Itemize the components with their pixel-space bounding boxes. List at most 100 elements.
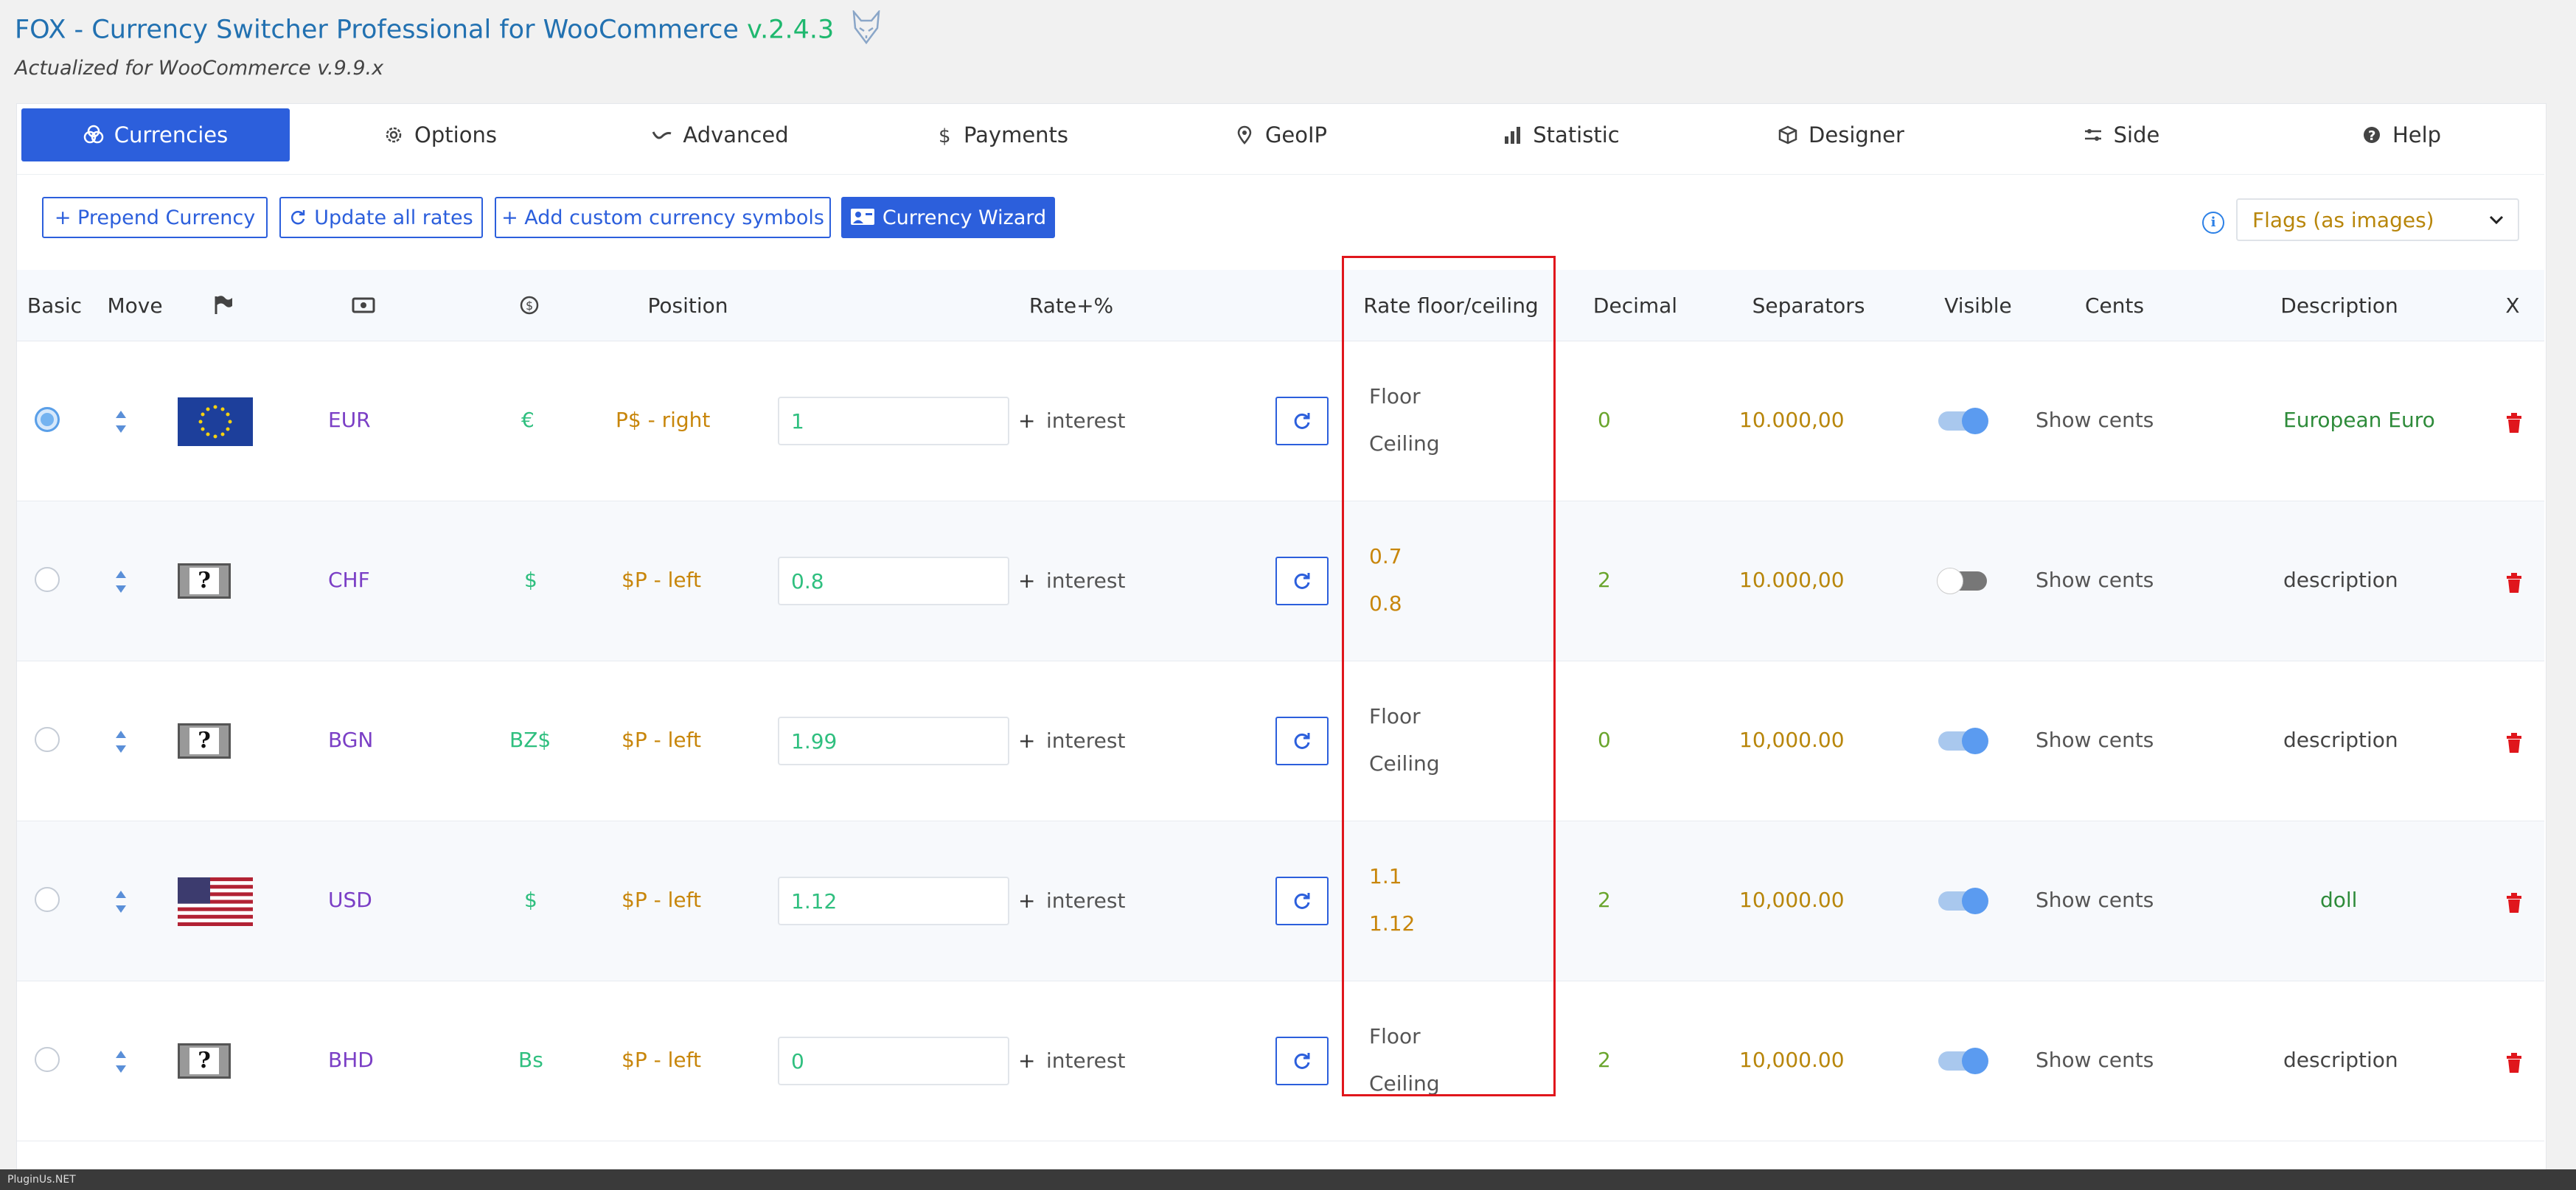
basic-radio[interactable] xyxy=(35,727,60,752)
currency-symbol[interactable]: Bs xyxy=(518,1048,543,1072)
tab-side[interactable]: Side xyxy=(1981,108,2261,161)
move-handle-icon[interactable] xyxy=(114,569,128,594)
move-handle-icon[interactable] xyxy=(114,889,128,914)
tab-geoip[interactable]: GeoIP xyxy=(1141,108,1421,161)
refresh-rate-button[interactable] xyxy=(1275,397,1329,445)
info-icon[interactable]: i xyxy=(2202,212,2224,234)
show-cents[interactable]: Show cents xyxy=(2036,728,2154,752)
currency-symbol[interactable]: $ xyxy=(524,888,537,912)
visible-toggle[interactable] xyxy=(1938,728,1988,754)
currency-symbol[interactable]: BZ$ xyxy=(509,728,551,752)
tab-help[interactable]: ? Help xyxy=(2261,108,2541,161)
show-cents[interactable]: Show cents xyxy=(2036,1048,2154,1072)
separators-value[interactable]: 10,000.00 xyxy=(1739,1048,1845,1072)
separators-value[interactable]: 10.000,00 xyxy=(1739,568,1845,592)
decimal-value[interactable]: 0 xyxy=(1598,408,1611,432)
rate-floor[interactable]: Floor xyxy=(1369,704,1421,728)
rate-input[interactable]: 0 xyxy=(778,1037,1009,1085)
update-all-rates-button[interactable]: Update all rates xyxy=(279,197,483,238)
tab-options[interactable]: Options xyxy=(300,108,580,161)
interest-field[interactable]: interest xyxy=(1046,568,1125,593)
description-value[interactable]: description xyxy=(2283,728,2398,752)
rate-ceiling[interactable]: Ceiling xyxy=(1369,431,1440,456)
rate-floor[interactable]: Floor xyxy=(1369,1024,1421,1048)
rate-floor[interactable]: 0.7 xyxy=(1369,544,1402,568)
tab-label: Advanced xyxy=(683,122,789,147)
description-value[interactable]: description xyxy=(2283,568,2398,592)
basic-radio[interactable] xyxy=(35,887,60,912)
rate-input[interactable]: 0.8 xyxy=(778,557,1009,605)
description-value[interactable]: description xyxy=(2283,1048,2398,1072)
interest-field[interactable]: interest xyxy=(1046,408,1125,433)
refresh-rate-button[interactable] xyxy=(1275,877,1329,925)
description-value[interactable]: European Euro xyxy=(2283,408,2435,432)
currency-symbol[interactable]: $ xyxy=(524,568,537,592)
rate-ceiling[interactable]: 0.8 xyxy=(1369,591,1402,616)
basic-radio[interactable] xyxy=(35,407,60,432)
visible-toggle[interactable] xyxy=(1937,568,1987,594)
rate-plus: + xyxy=(1018,728,1036,753)
col-decimal: Decimal xyxy=(1592,293,1678,318)
currency-position[interactable]: $P - left xyxy=(622,728,701,752)
refresh-rate-button[interactable] xyxy=(1275,1037,1329,1085)
rate-input[interactable]: 1 xyxy=(778,397,1009,445)
show-cents[interactable]: Show cents xyxy=(2036,408,2154,432)
interest-field[interactable]: interest xyxy=(1046,1048,1125,1073)
refresh-rate-button[interactable] xyxy=(1275,717,1329,765)
interest-field[interactable]: interest xyxy=(1046,888,1125,913)
tab-designer[interactable]: Designer xyxy=(1701,108,1981,161)
separators-value[interactable]: 10.000,00 xyxy=(1739,408,1845,432)
col-basic: Basic xyxy=(27,293,83,318)
currency-code[interactable]: BHD xyxy=(328,1048,374,1072)
decimal-value[interactable]: 0 xyxy=(1598,728,1611,752)
rate-ceiling[interactable]: Ceiling xyxy=(1369,1071,1440,1096)
tab-statistic[interactable]: Statistic xyxy=(1421,108,1701,161)
currency-code[interactable]: USD xyxy=(328,888,372,912)
visible-toggle[interactable] xyxy=(1938,1048,1988,1074)
currency-position[interactable]: $P - left xyxy=(622,1048,701,1072)
decimal-value[interactable]: 2 xyxy=(1598,888,1611,912)
basic-radio[interactable] xyxy=(35,567,60,592)
refresh-rate-button[interactable] xyxy=(1275,557,1329,605)
decimal-value[interactable]: 2 xyxy=(1598,1048,1611,1072)
prepend-currency-button[interactable]: + Prepend Currency xyxy=(42,197,268,238)
rate-floor[interactable]: Floor xyxy=(1369,384,1421,408)
flags-mode-select[interactable]: Flags (as images) xyxy=(2236,198,2519,241)
show-cents[interactable]: Show cents xyxy=(2036,568,2154,592)
basic-radio[interactable] xyxy=(35,1047,60,1072)
currency-code[interactable]: EUR xyxy=(328,408,371,432)
rate-floor[interactable]: 1.1 xyxy=(1369,864,1402,888)
move-handle-icon[interactable] xyxy=(114,409,128,434)
move-handle-icon[interactable] xyxy=(114,1049,128,1074)
tab-currencies[interactable]: Currencies xyxy=(21,108,290,161)
description-value[interactable]: doll xyxy=(2320,888,2357,912)
currency-wizard-button[interactable]: Currency Wizard xyxy=(841,197,1055,238)
currency-position[interactable]: P$ - right xyxy=(616,408,710,432)
tab-payments[interactable]: $ Payments xyxy=(860,108,1141,161)
add-custom-symbols-button[interactable]: + Add custom currency symbols xyxy=(495,197,831,238)
trash-icon[interactable] xyxy=(2505,573,2523,594)
interest-field[interactable]: interest xyxy=(1046,728,1125,753)
rate-ceiling[interactable]: 1.12 xyxy=(1369,911,1415,936)
trash-icon[interactable] xyxy=(2505,893,2523,914)
trash-icon[interactable] xyxy=(2505,413,2523,434)
currency-code[interactable]: CHF xyxy=(328,568,370,592)
currency-position[interactable]: $P - left xyxy=(622,888,701,912)
trash-icon[interactable] xyxy=(2505,1053,2523,1074)
visible-toggle[interactable] xyxy=(1938,888,1988,914)
show-cents[interactable]: Show cents xyxy=(2036,888,2154,912)
rate-input[interactable]: 1.12 xyxy=(778,877,1009,925)
trash-icon[interactable] xyxy=(2505,733,2523,754)
separators-value[interactable]: 10,000.00 xyxy=(1739,728,1845,752)
currency-symbol[interactable]: € xyxy=(521,408,535,432)
tab-advanced[interactable]: Advanced xyxy=(580,108,860,161)
decimal-value[interactable]: 2 xyxy=(1598,568,1611,592)
toggle-knob xyxy=(1962,888,1988,914)
rate-ceiling[interactable]: Ceiling xyxy=(1369,751,1440,776)
move-handle-icon[interactable] xyxy=(114,729,128,754)
visible-toggle[interactable] xyxy=(1938,408,1988,434)
rate-input[interactable]: 1.99 xyxy=(778,717,1009,765)
separators-value[interactable]: 10,000.00 xyxy=(1739,888,1845,912)
currency-code[interactable]: BGN xyxy=(328,728,373,752)
currency-position[interactable]: $P - left xyxy=(622,568,701,592)
